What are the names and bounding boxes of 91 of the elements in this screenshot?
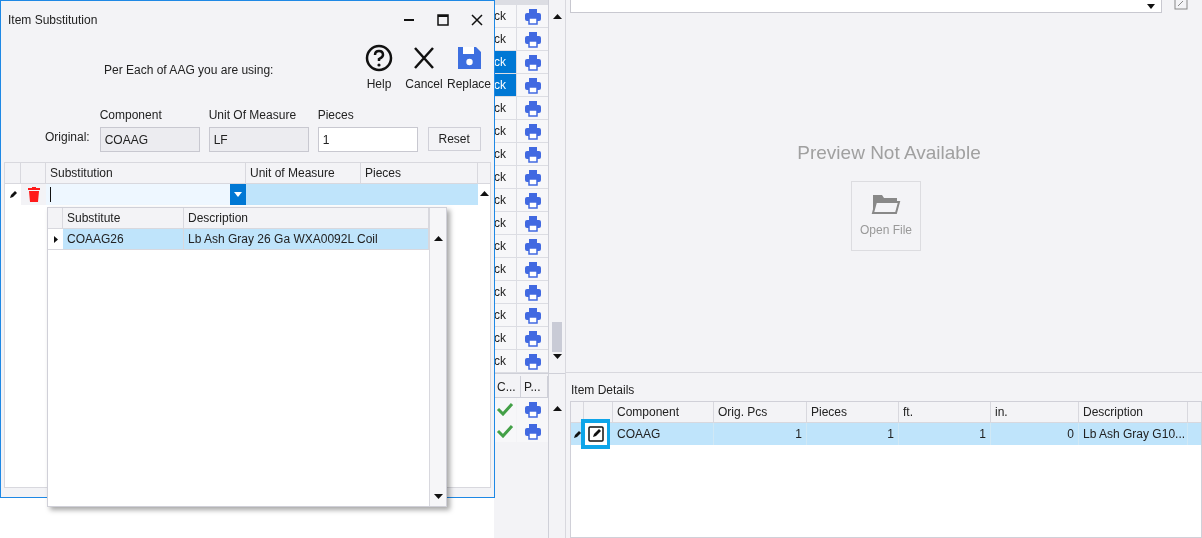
input-field[interactable]: 1 — [317, 127, 418, 152]
input-field: COAAG — [99, 127, 200, 152]
column-header[interactable]: Pieces — [361, 163, 478, 183]
replace-button[interactable]: Replace — [447, 44, 491, 100]
printer-icon[interactable] — [523, 99, 542, 117]
printer-icon[interactable] — [523, 237, 542, 255]
table-cell[interactable]: COAAG26 — [63, 229, 184, 249]
table-cell: 1 — [899, 423, 991, 445]
table-cell[interactable] — [246, 184, 361, 205]
edit-icon[interactable] — [1174, 0, 1188, 10]
edit-icon — [584, 423, 607, 445]
table-cell: ck — [494, 74, 516, 96]
column-header[interactable]: Orig. Pcs — [714, 402, 807, 422]
scroll-down-arrow-icon[interactable] — [433, 494, 443, 499]
prompt-text: Per Each of AAG you are using: — [104, 62, 274, 79]
table-cell: ck — [494, 212, 516, 234]
column-header[interactable]: Pieces — [807, 402, 899, 422]
column-header[interactable]: Substitute — [63, 208, 184, 228]
column-header[interactable]: P... — [521, 376, 548, 397]
caret-icon — [1147, 4, 1155, 9]
folder-icon — [871, 192, 901, 216]
checkmark-icon — [496, 424, 514, 438]
printer-icon[interactable] — [523, 145, 542, 163]
dropdown-button[interactable] — [230, 184, 246, 205]
printer-icon[interactable] — [523, 53, 542, 71]
table-cell: 1 — [807, 423, 899, 445]
printer-icon[interactable] — [523, 7, 542, 25]
pencil-icon — [9, 191, 17, 198]
help-icon — [365, 44, 393, 72]
cancel-button[interactable]: Cancel — [402, 44, 446, 100]
input-field: LF — [208, 127, 309, 152]
reset-button[interactable]: Reset — [427, 127, 481, 151]
table-cell: ck — [494, 235, 516, 257]
printer-icon[interactable] — [523, 352, 542, 370]
table-cell: ck — [494, 97, 516, 119]
field-label: Component — [99, 107, 163, 124]
field-label: Original: — [45, 129, 90, 146]
printer-icon[interactable] — [523, 168, 542, 186]
printer-icon[interactable] — [523, 283, 542, 301]
table-cell: ck — [494, 120, 516, 142]
printer-icon[interactable] — [523, 122, 542, 140]
table-cell: ck — [494, 51, 516, 73]
column-header[interactable]: Component — [613, 402, 714, 422]
row-pointer-icon — [53, 235, 58, 243]
scrollbar-thumb[interactable] — [552, 322, 562, 352]
table-cell: ck — [494, 281, 516, 303]
table-cell: ck — [494, 143, 516, 165]
table-cell[interactable] — [361, 184, 478, 205]
table-cell: ck — [494, 28, 516, 50]
section-title: Item Details — [570, 382, 636, 399]
table-cell: ck — [494, 258, 516, 280]
printer-icon[interactable] — [523, 76, 542, 94]
printer-icon[interactable] — [523, 400, 542, 418]
table-cell: ck — [494, 5, 516, 27]
scroll-up-arrow-icon[interactable] — [552, 14, 562, 19]
column-header[interactable]: in. — [991, 402, 1079, 422]
trash-icon[interactable] — [27, 187, 40, 202]
column-header[interactable]: Description — [1079, 402, 1188, 422]
table-cell: ck — [494, 350, 516, 372]
printer-icon[interactable] — [523, 422, 542, 440]
scroll-up-arrow-icon[interactable] — [552, 406, 562, 411]
dropdown-field[interactable] — [570, 0, 1162, 13]
window-title: Item Substitution — [8, 11, 98, 29]
scroll-up-arrow-icon[interactable] — [433, 236, 443, 241]
printer-icon[interactable] — [523, 306, 542, 324]
printer-icon[interactable] — [523, 191, 542, 209]
table-cell: 0 — [991, 423, 1079, 445]
preview-message: Preview Not Available — [797, 141, 981, 165]
table-cell: ck — [494, 327, 516, 349]
field-label: Unit Of Measure — [208, 107, 298, 124]
caret-icon — [234, 192, 242, 197]
table-cell: ck — [494, 189, 516, 211]
table-cell: ck — [494, 166, 516, 188]
printer-icon[interactable] — [523, 329, 542, 347]
printer-icon[interactable] — [523, 214, 542, 232]
table-cell: Lb Ash Gray G10... — [1079, 423, 1188, 445]
column-header[interactable]: Substitution — [46, 163, 246, 183]
printer-icon[interactable] — [523, 30, 542, 48]
column-header[interactable]: ft. — [899, 402, 991, 422]
edit-button[interactable] — [581, 419, 610, 449]
table-cell: 1 — [714, 423, 807, 445]
help-button[interactable]: Help — [357, 44, 401, 100]
column-header[interactable]: Unit of Measure — [246, 163, 361, 183]
printer-icon[interactable] — [523, 260, 542, 278]
table-cell: COAAG — [613, 423, 714, 445]
field-label: Pieces — [317, 107, 355, 124]
table-cell: ck — [494, 304, 516, 326]
combo-box-field[interactable] — [46, 184, 246, 205]
scroll-down-arrow-icon[interactable] — [552, 354, 562, 359]
checkmark-icon — [496, 402, 514, 416]
save-icon — [455, 44, 483, 72]
